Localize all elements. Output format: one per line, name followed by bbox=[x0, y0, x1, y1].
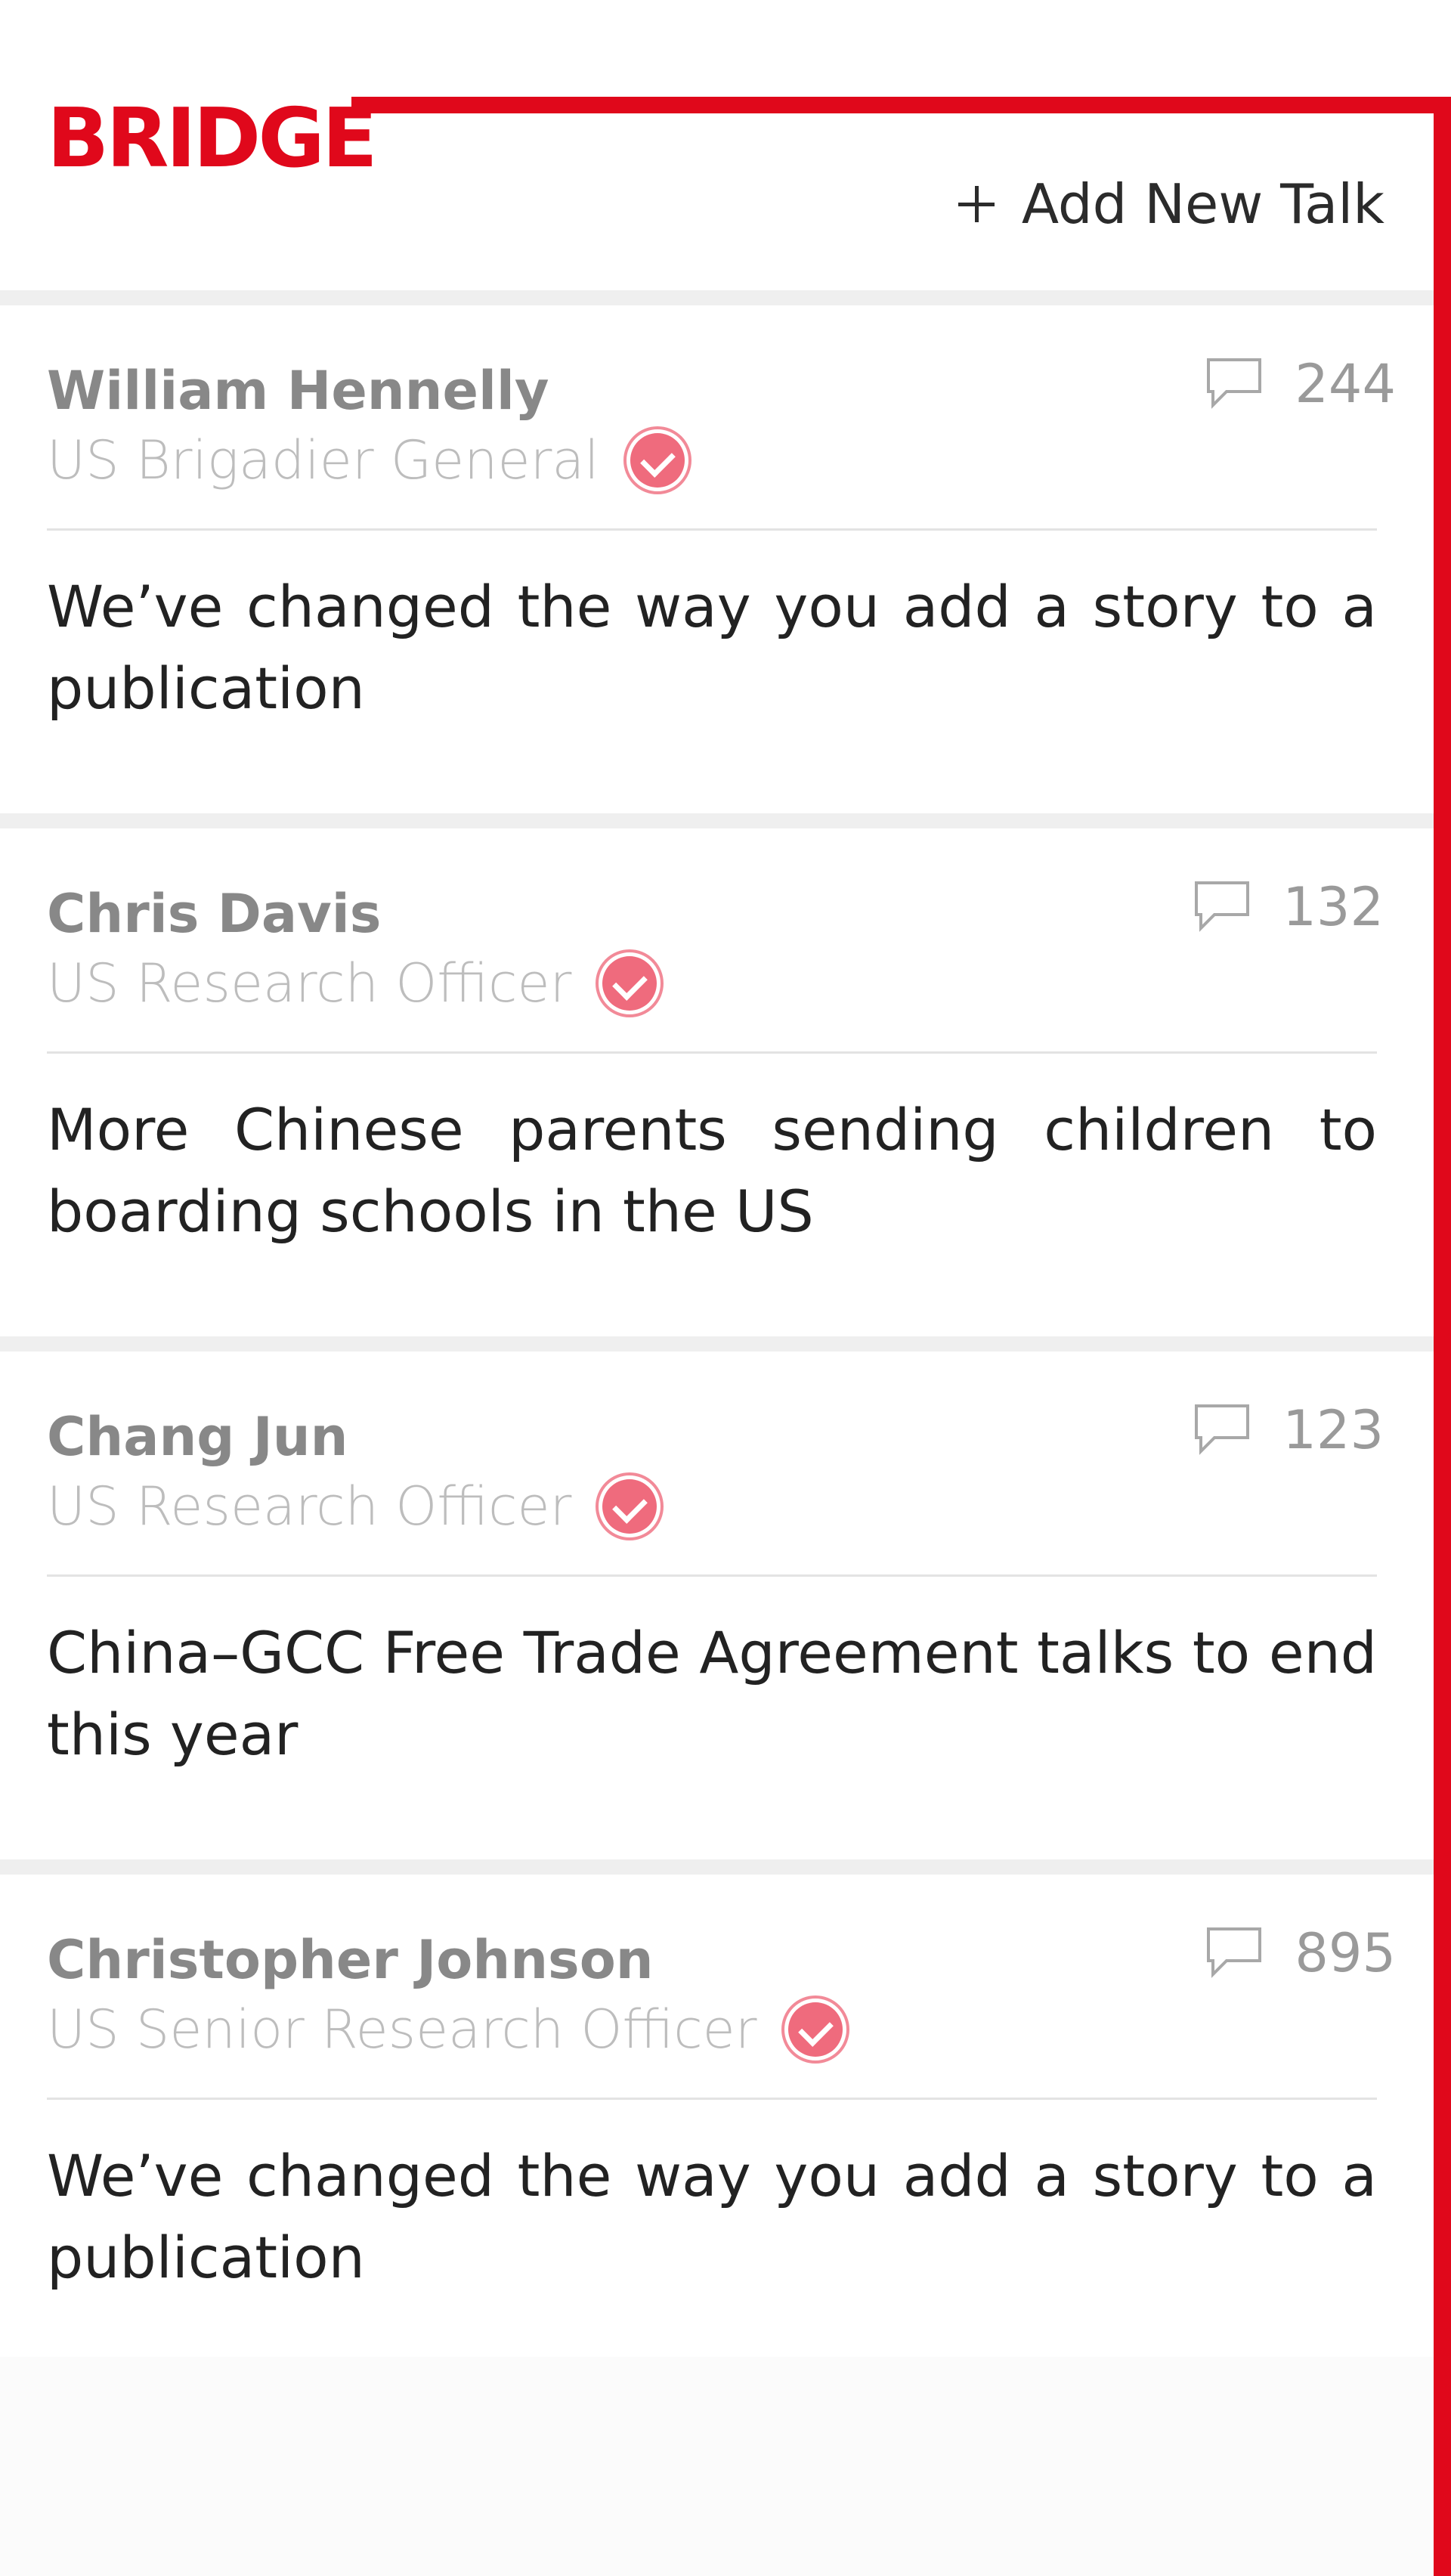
author-role: US Research Officer bbox=[47, 1475, 572, 1537]
talk-headline[interactable]: China–GCC Free Trade Agreement talks to … bbox=[47, 1612, 1377, 1776]
author-role: US Research Officer bbox=[47, 952, 572, 1014]
comments-button[interactable]: 244 bbox=[1204, 346, 1396, 422]
card-divider bbox=[47, 1574, 1377, 1577]
add-new-talk-label: Add New Talk bbox=[1021, 172, 1384, 236]
talk-headline[interactable]: More Chinese parents sending children to… bbox=[47, 1089, 1377, 1252]
author-name: William Hennelly bbox=[47, 360, 549, 422]
frame-right-bar bbox=[1434, 97, 1451, 2576]
list-separator bbox=[0, 1859, 1434, 1875]
talk-card[interactable]: Chris Davis US Research Officer 132 More… bbox=[0, 828, 1434, 1336]
comments-button[interactable]: 895 bbox=[1204, 1915, 1396, 1991]
author-name: Christopher Johnson bbox=[47, 1929, 654, 1991]
talk-list: William Hennelly US Brigadier General 24… bbox=[0, 290, 1434, 2385]
author-role: US Brigadier General bbox=[47, 429, 599, 491]
talk-card[interactable]: Christopher Johnson US Senior Research O… bbox=[0, 1875, 1434, 2382]
comments-button[interactable]: 132 bbox=[1192, 869, 1384, 945]
talk-headline[interactable]: We’ve changed the way you add a story to… bbox=[47, 566, 1377, 729]
talk-card[interactable]: Chang Jun US Research Officer 123 China–… bbox=[0, 1351, 1434, 1859]
author-role-row: US Research Officer bbox=[47, 946, 664, 1021]
comment-icon bbox=[1207, 358, 1262, 409]
verified-badge-icon bbox=[596, 949, 664, 1017]
card-divider bbox=[47, 1051, 1377, 1054]
comment-count: 123 bbox=[1282, 1399, 1384, 1461]
empty-area bbox=[0, 2357, 1434, 2576]
talk-headline[interactable]: We’ve changed the way you add a story to… bbox=[47, 2135, 1377, 2299]
comment-icon bbox=[1195, 1404, 1250, 1455]
talk-card[interactable]: William Hennelly US Brigadier General 24… bbox=[0, 305, 1434, 813]
author-role: US Senior Research Officer bbox=[47, 1999, 757, 2060]
card-divider bbox=[47, 528, 1377, 531]
list-separator bbox=[0, 290, 1434, 305]
verified-badge-icon bbox=[623, 426, 691, 494]
author-role-row: US Brigadier General bbox=[47, 423, 691, 498]
comment-count: 132 bbox=[1282, 876, 1384, 938]
verified-badge-icon bbox=[781, 1995, 849, 2064]
add-new-talk-button[interactable]: Add New Talk bbox=[958, 166, 1384, 242]
plus-icon bbox=[958, 186, 995, 222]
list-separator bbox=[0, 1336, 1434, 1351]
card-divider bbox=[47, 2098, 1377, 2100]
comment-icon bbox=[1207, 1927, 1262, 1978]
comments-button[interactable]: 123 bbox=[1192, 1392, 1384, 1468]
comment-count: 244 bbox=[1295, 353, 1396, 415]
author-role-row: US Research Officer bbox=[47, 1469, 664, 1544]
author-name: Chang Jun bbox=[47, 1406, 348, 1468]
list-separator bbox=[0, 813, 1434, 828]
comment-count: 895 bbox=[1295, 1922, 1396, 1984]
verified-badge-icon bbox=[596, 1472, 664, 1540]
author-name: Chris Davis bbox=[47, 883, 382, 945]
author-role-row: US Senior Research Officer bbox=[47, 1992, 849, 2067]
header: BRIDGE Add New Talk bbox=[0, 0, 1451, 290]
comment-icon bbox=[1195, 881, 1250, 932]
frame-top-bar bbox=[351, 97, 1451, 113]
brand-logo: BRIDGE bbox=[47, 91, 378, 186]
